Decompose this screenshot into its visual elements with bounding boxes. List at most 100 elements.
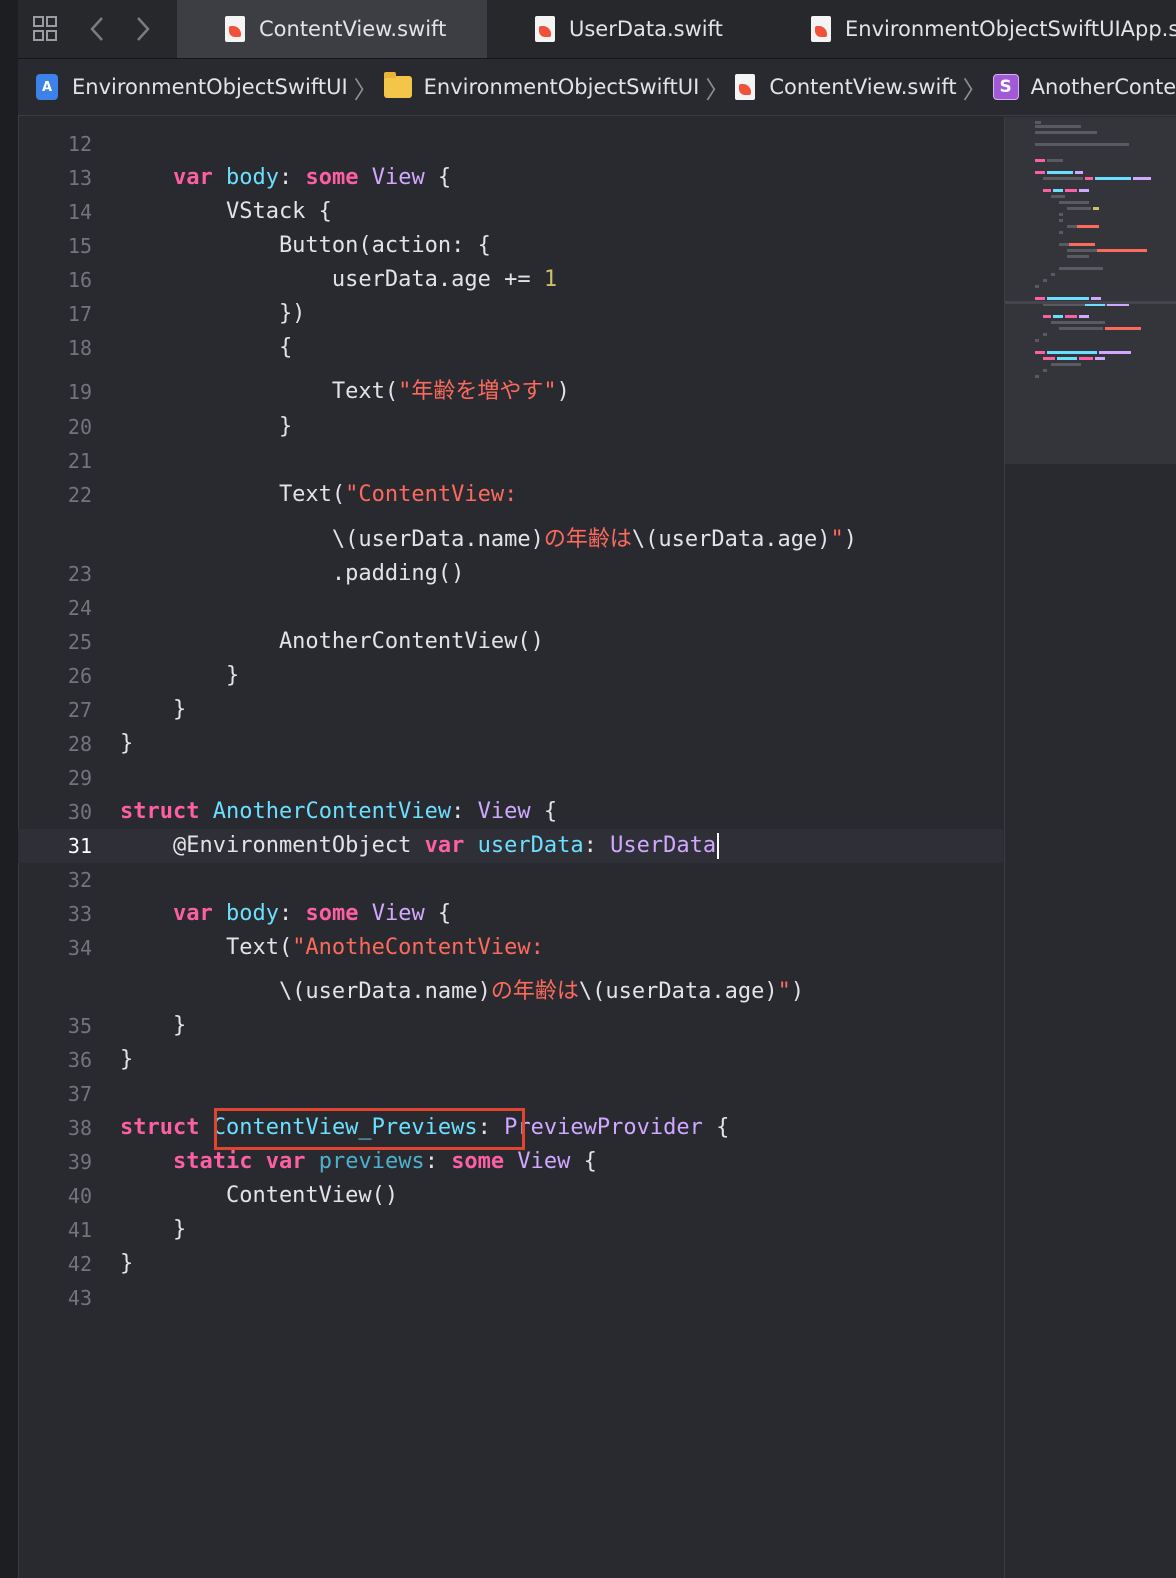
- code-text: var body: some View {: [120, 161, 451, 195]
- code-line[interactable]: 23 .padding(): [18, 557, 1003, 591]
- code-line[interactable]: 33 var body: some View {: [18, 897, 1003, 931]
- code-line[interactable]: 40 ContentView(): [18, 1179, 1003, 1213]
- code-line[interactable]: 41 }: [18, 1213, 1003, 1247]
- code-token: body: [225, 901, 279, 926]
- breadcrumb-project[interactable]: A EnvironmentObjectSwiftUI: [36, 74, 348, 100]
- code-line[interactable]: 39 static var previews: some View {: [18, 1145, 1003, 1179]
- code-token: の年齢は: [490, 979, 579, 1004]
- code-token: {: [702, 1115, 730, 1140]
- line-number: 28: [67, 732, 92, 756]
- folder-icon: [383, 72, 412, 98]
- code-text: userData.age += 1: [120, 263, 557, 297]
- code-token: }: [120, 1217, 187, 1242]
- line-number: 18: [67, 336, 92, 360]
- line-number: 27: [67, 698, 92, 722]
- line-number: 39: [67, 1150, 92, 1174]
- code-line[interactable]: 36}: [18, 1043, 1003, 1077]
- code-token: \(userData.age): [631, 527, 831, 552]
- tab-app-swift[interactable]: EnvironmentObjectSwiftUIApp.s: [797, 0, 1176, 58]
- code-token: の年齢は: [543, 527, 632, 552]
- chevron-left-icon[interactable]: [88, 14, 108, 51]
- breadcrumb-label: EnvironmentObjectSwiftUI: [423, 75, 700, 99]
- minimap-line: [1035, 121, 1041, 124]
- line-number: 14: [67, 200, 92, 224]
- code-line[interactable]: 25 AnotherContentView(): [18, 625, 1003, 659]
- minimap-line: [1085, 177, 1093, 180]
- code-line[interactable]: 27 }: [18, 693, 1003, 727]
- minimap-line: [1097, 249, 1147, 252]
- related-items-icon[interactable]: [32, 14, 60, 51]
- code-line[interactable]: 13 var body: some View {: [18, 161, 1003, 195]
- code-text: struct AnotherContentView: View {: [120, 795, 557, 829]
- code-editor[interactable]: 12 13 var body: some View {14 VStack {15 …: [18, 117, 1003, 1578]
- code-line[interactable]: 12: [18, 127, 1003, 161]
- chevron-right-icon[interactable]: [132, 14, 152, 51]
- breadcrumb: A EnvironmentObjectSwiftUI 〉 Environment…: [18, 59, 1176, 116]
- code-line[interactable]: 24: [18, 591, 1003, 625]
- left-edge-strip: [0, 0, 19, 1578]
- tab-userdata-swift[interactable]: UserData.swift: [487, 0, 797, 58]
- code-text: }: [120, 693, 186, 727]
- code-token: :: [451, 799, 478, 824]
- minimap-line: [1079, 357, 1093, 360]
- minimap-line: [1035, 351, 1045, 354]
- code-line[interactable]: 30 struct AnotherContentView: View {: [18, 795, 1003, 829]
- code-line[interactable]: 35 }: [18, 1009, 1003, 1043]
- code-text: }: [120, 1009, 186, 1043]
- code-text: Text("AnotheContentView:: [120, 931, 544, 965]
- code-text: }): [120, 297, 306, 331]
- code-line[interactable]: 21: [18, 444, 1003, 478]
- minimap-line: [1043, 279, 1047, 282]
- code-line[interactable]: 16 userData.age += 1: [18, 263, 1003, 297]
- code-token: \(userData.age): [578, 979, 778, 1004]
- code-line[interactable]: 34 Text("AnotheContentView:: [18, 931, 1003, 965]
- code-token: :: [583, 833, 611, 858]
- minimap-line: [1067, 249, 1097, 252]
- breadcrumb-folder[interactable]: EnvironmentObjectSwiftUI: [383, 72, 700, 99]
- text-cursor: [717, 833, 720, 859]
- code-token: \(userData.name): [120, 979, 491, 1004]
- breadcrumb-file[interactable]: ContentView.swift: [735, 74, 957, 100]
- minimap-line: [1065, 189, 1077, 192]
- code-line[interactable]: 32: [18, 863, 1003, 897]
- code-line[interactable]: 37: [18, 1077, 1003, 1111]
- minimap[interactable]: [1004, 117, 1176, 1578]
- minimap-line: [1051, 273, 1055, 276]
- code-token: AnotherContentView: [212, 799, 452, 824]
- code-line[interactable]: 42}: [18, 1247, 1003, 1281]
- tab-bar: ContentView.swift UserData.swift Environ…: [18, 0, 1176, 59]
- code-token: struct: [120, 1115, 200, 1140]
- code-line[interactable]: \(userData.name)の年齢は\(userData.age)"): [18, 975, 1003, 1009]
- code-line[interactable]: 31 @EnvironmentObject var userData: User…: [18, 829, 1003, 863]
- code-token: {: [530, 799, 558, 824]
- code-line[interactable]: 22 Text("ContentView:: [18, 478, 1003, 512]
- code-line[interactable]: 28}: [18, 727, 1003, 761]
- code-line[interactable]: 29: [18, 761, 1003, 795]
- breadcrumb-symbol[interactable]: S AnotherContentV: [992, 74, 1176, 100]
- minimap-line: [1053, 189, 1063, 192]
- code-line[interactable]: 19 Text("年齢を増やす"): [18, 375, 1003, 409]
- minimap-line: [1035, 339, 1039, 342]
- code-text: }: [120, 1247, 133, 1281]
- code-token: some: [305, 901, 359, 926]
- minimap-line: [1067, 207, 1091, 210]
- code-line[interactable]: 43: [18, 1281, 1003, 1315]
- minimap-line: [1077, 225, 1099, 228]
- code-line[interactable]: 26 }: [18, 659, 1003, 693]
- code-line[interactable]: 20 }: [18, 410, 1003, 444]
- breadcrumb-separator-icon: 〉: [962, 75, 987, 104]
- code-line[interactable]: 18 {: [18, 331, 1003, 365]
- code-token: {: [570, 1149, 597, 1174]
- code-text: }: [120, 727, 133, 761]
- code-line[interactable]: 15 Button(action: {: [18, 229, 1003, 263]
- tab-contentview-swift[interactable]: ContentView.swift: [177, 0, 487, 58]
- code-line[interactable]: 17 }): [18, 297, 1003, 331]
- minimap-visible-region[interactable]: [1005, 117, 1176, 464]
- code-line[interactable]: \(userData.name)の年齢は\(userData.age)"): [18, 523, 1003, 557]
- code-line[interactable]: 14 VStack {: [18, 195, 1003, 229]
